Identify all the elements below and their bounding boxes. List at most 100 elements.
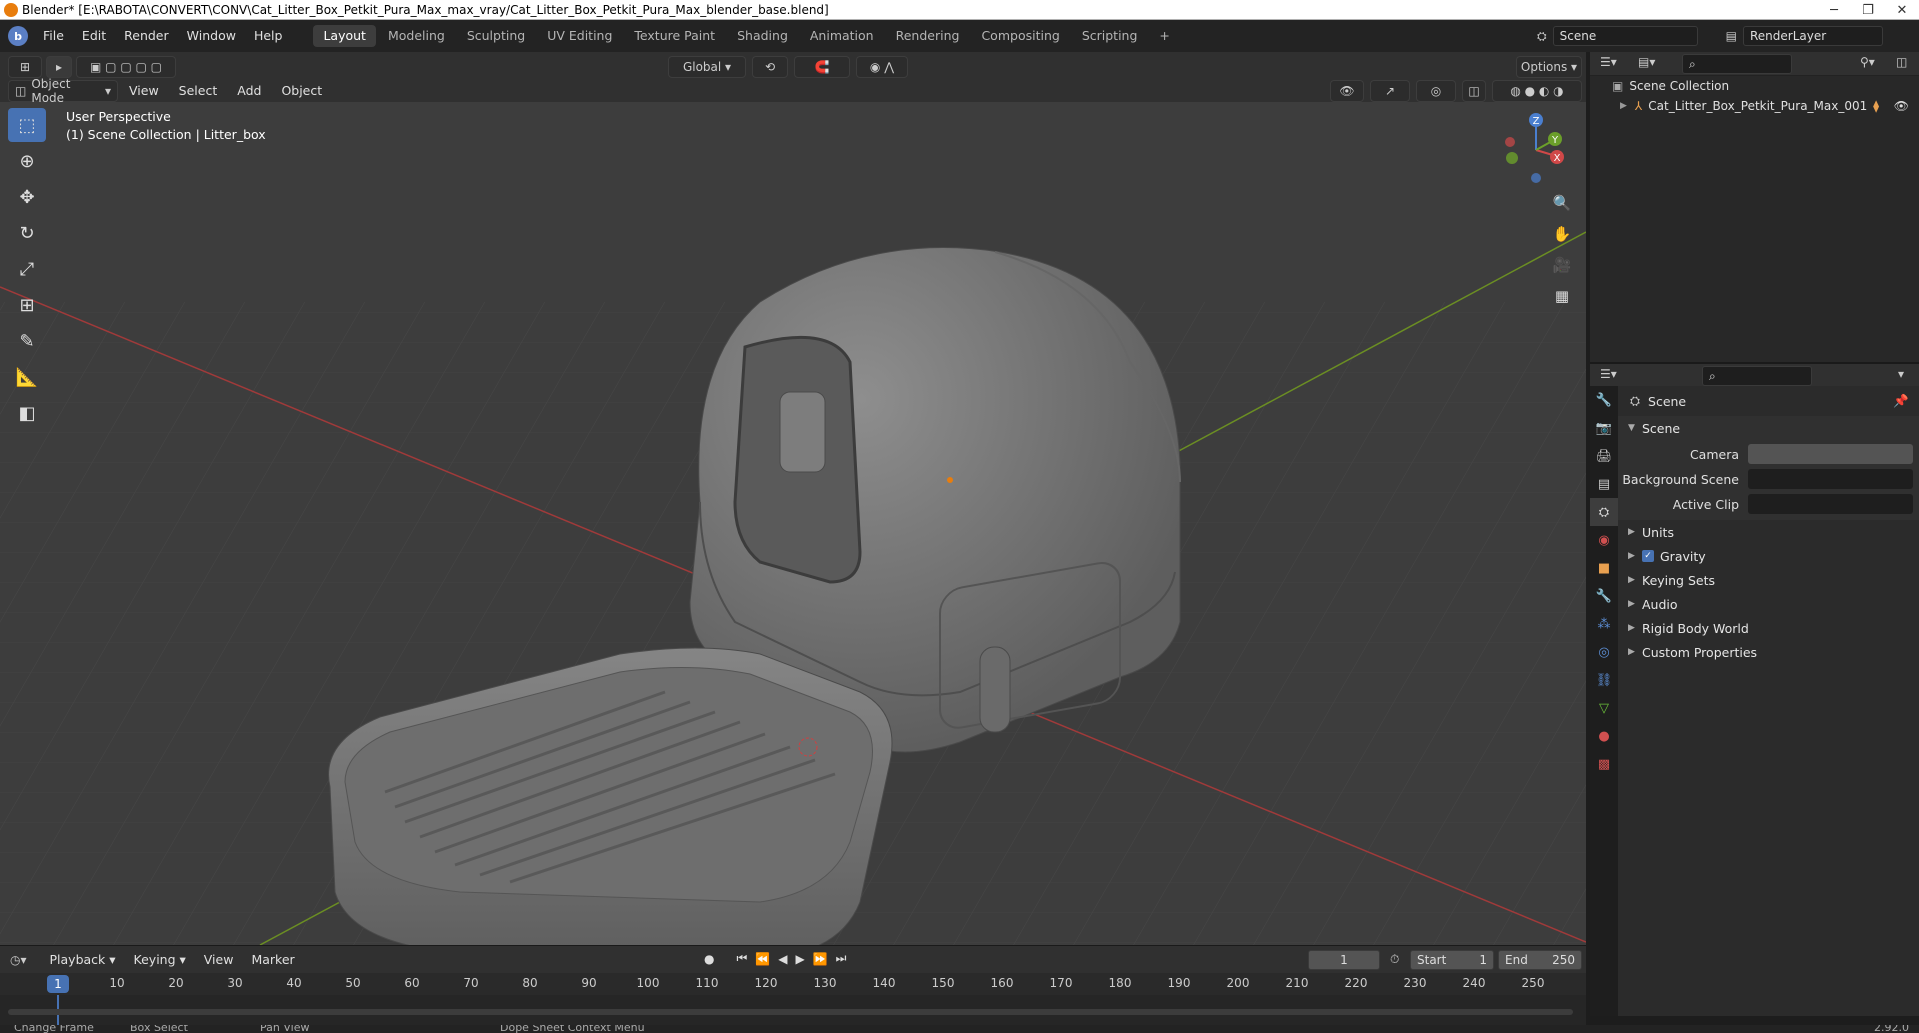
view-layer-icon[interactable]: ▤ (1726, 29, 1737, 43)
vp-menu-object[interactable]: Object (272, 81, 331, 101)
mode-dropdown[interactable]: ◫ Object Mode ▾ (8, 77, 118, 105)
pan-hand-icon[interactable]: ✋ (1549, 221, 1575, 247)
cursor-tool-icon[interactable]: ⊕ (8, 144, 46, 178)
panel-scene[interactable]: ▼ Scene (1618, 416, 1919, 440)
pin-icon[interactable]: 📌 (1893, 393, 1909, 409)
panel-rigid-body-world[interactable]: ▶ Rigid Body World (1618, 616, 1919, 640)
timeline-editor-icon[interactable]: ◷▾ (10, 953, 27, 967)
scene-icon[interactable]: ⛭ (1537, 29, 1547, 44)
constraints-tab-icon[interactable]: ⛓ (1590, 666, 1618, 694)
properties-editor-icon[interactable]: ☰▾ (1600, 367, 1617, 381)
menu-render[interactable]: Render (115, 20, 178, 52)
shading-mode-icons[interactable]: ◍ ● ◐ ◑ (1492, 80, 1582, 102)
world-tab-icon[interactable]: ◉ (1590, 526, 1618, 554)
record-icon[interactable]: ● (704, 952, 714, 966)
gizmo-toggle-icon[interactable]: ↗ (1370, 80, 1410, 102)
vp-menu-view[interactable]: View (120, 81, 168, 101)
orientation-dropdown[interactable]: Global ▾ (668, 56, 746, 78)
data-tab-icon[interactable]: ▽ (1590, 694, 1618, 722)
select-box-tool-icon[interactable]: ⬚ (8, 108, 46, 142)
navigation-gizmo[interactable]: Z X Y (1498, 108, 1568, 188)
render-tab-icon[interactable]: 📷 (1590, 414, 1618, 442)
tab-shading[interactable]: Shading (727, 25, 798, 47)
tab-scripting[interactable]: Scripting (1072, 25, 1148, 47)
properties-search-input[interactable]: ⌕ (1702, 366, 1812, 386)
minimize-button[interactable]: ─ (1817, 0, 1851, 20)
camera-view-icon[interactable]: 🎥 (1549, 252, 1575, 278)
material-tab-icon[interactable]: ● (1590, 722, 1618, 750)
visibility-eye-icon[interactable]: 👁 (1894, 99, 1909, 113)
options-dropdown[interactable]: Options ▾ (1516, 56, 1582, 78)
blender-logo-icon[interactable]: b (8, 26, 28, 46)
visibility-icon[interactable]: 👁 (1330, 80, 1364, 102)
start-frame-field[interactable]: Start 1 (1410, 950, 1494, 970)
vp-menu-add[interactable]: Add (228, 81, 270, 101)
scene-selector[interactable]: Scene (1552, 26, 1698, 46)
timeline-scrollbar[interactable] (8, 1009, 1573, 1015)
tool-tab-icon[interactable]: 🔧 (1590, 386, 1618, 414)
outliner-editor-icon[interactable]: ☰▾ (1600, 55, 1617, 69)
timeline-menu-playback[interactable]: Playback ▾ (41, 950, 125, 970)
overlay-toggle-icon[interactable]: ◎ (1416, 80, 1456, 102)
filter-icon[interactable]: ⚲▾ (1860, 55, 1875, 69)
expand-arrow-icon[interactable]: ▶ (1620, 101, 1627, 111)
3d-viewport[interactable] (0, 102, 1586, 945)
tab-sculpting[interactable]: Sculpting (457, 25, 535, 47)
camera-field[interactable] (1748, 444, 1913, 464)
output-tab-icon[interactable]: 🖨 (1590, 442, 1618, 470)
timeline-body[interactable] (0, 995, 1586, 1025)
properties-options-icon[interactable]: ▾ (1898, 367, 1904, 381)
tab-texture-paint[interactable]: Texture Paint (624, 25, 725, 47)
new-collection-icon[interactable]: ◫ (1896, 55, 1907, 69)
timeline-menu-view[interactable]: View (195, 950, 243, 970)
close-button[interactable]: ✕ (1885, 0, 1919, 20)
menu-help[interactable]: Help (245, 20, 292, 52)
background-scene-field[interactable] (1748, 469, 1913, 489)
timeline-ruler[interactable]: 1 10 20 30 40 50 60 70 80 90 100 110 120 130 140 150 160… (0, 973, 1586, 995)
object-tab-icon[interactable]: ■ (1590, 554, 1618, 582)
jump-end-icon[interactable]: ⏭ (836, 951, 847, 966)
stopwatch-icon[interactable]: ⏱ (1390, 952, 1399, 967)
prev-keyframe-icon[interactable]: ⏪ (755, 952, 770, 966)
tab-animation[interactable]: Animation (800, 25, 884, 47)
active-clip-field[interactable] (1748, 494, 1913, 514)
zoom-icon[interactable]: 🔍 (1549, 190, 1575, 216)
scale-tool-icon[interactable]: ⤢ (8, 252, 46, 286)
measure-tool-icon[interactable]: 📐 (8, 360, 46, 394)
annotate-tool-icon[interactable]: ✎ (8, 324, 46, 358)
proportional-edit-icon[interactable]: ◉ ⋀ (856, 56, 908, 78)
menu-edit[interactable]: Edit (73, 20, 115, 52)
maximize-button[interactable]: ❐ (1851, 0, 1885, 20)
select-mode-icon[interactable]: ▸ (46, 56, 72, 78)
snap-icon[interactable]: 🧲 (794, 56, 850, 78)
play-icon[interactable]: ▶ (795, 952, 804, 966)
vp-menu-select[interactable]: Select (170, 81, 227, 101)
panel-units[interactable]: ▶ Units (1618, 520, 1919, 544)
xray-icon[interactable]: ◫ (1462, 80, 1486, 102)
ortho-grid-icon[interactable]: ▦ (1549, 283, 1575, 309)
rotate-tool-icon[interactable]: ↻ (8, 216, 46, 250)
transform-tool-icon[interactable]: ⊞ (8, 288, 46, 322)
timeline-menu-keying[interactable]: Keying ▾ (125, 950, 195, 970)
tab-rendering[interactable]: Rendering (886, 25, 970, 47)
outliner-item[interactable]: ▶ ⅄ Cat_Litter_Box_Petkit_Pura_Max_001 ⧫… (1590, 96, 1919, 116)
view-layer-tab-icon[interactable]: ▤ (1590, 470, 1618, 498)
timeline-menu-marker[interactable]: Marker (242, 950, 303, 970)
menu-file[interactable]: File (34, 20, 73, 52)
current-frame-field[interactable]: 1 (1308, 950, 1380, 970)
display-mode-icon[interactable]: ▤▾ (1638, 55, 1655, 69)
view-layer-selector[interactable]: RenderLayer (1743, 26, 1883, 46)
physics-tab-icon[interactable]: ◎ (1590, 638, 1618, 666)
scene-tab-icon[interactable]: ⛭ (1590, 498, 1618, 526)
pivot-icon[interactable]: ⟲ (752, 56, 788, 78)
texture-tab-icon[interactable]: ▩ (1590, 750, 1618, 778)
selection-mode-icons[interactable]: ▣ ▢ ▢ ▢ ▢ (76, 56, 176, 78)
tab-layout[interactable]: Layout (313, 25, 376, 47)
particles-tab-icon[interactable]: ⁂ (1590, 610, 1618, 638)
panel-audio[interactable]: ▶ Audio (1618, 592, 1919, 616)
editor-type-icon[interactable]: ⊞ (8, 56, 42, 78)
tab-modeling[interactable]: Modeling (378, 25, 455, 47)
menu-window[interactable]: Window (178, 20, 245, 52)
panel-gravity[interactable]: ▶ ✓ Gravity (1618, 544, 1919, 568)
tab-uv-editing[interactable]: UV Editing (537, 25, 622, 47)
